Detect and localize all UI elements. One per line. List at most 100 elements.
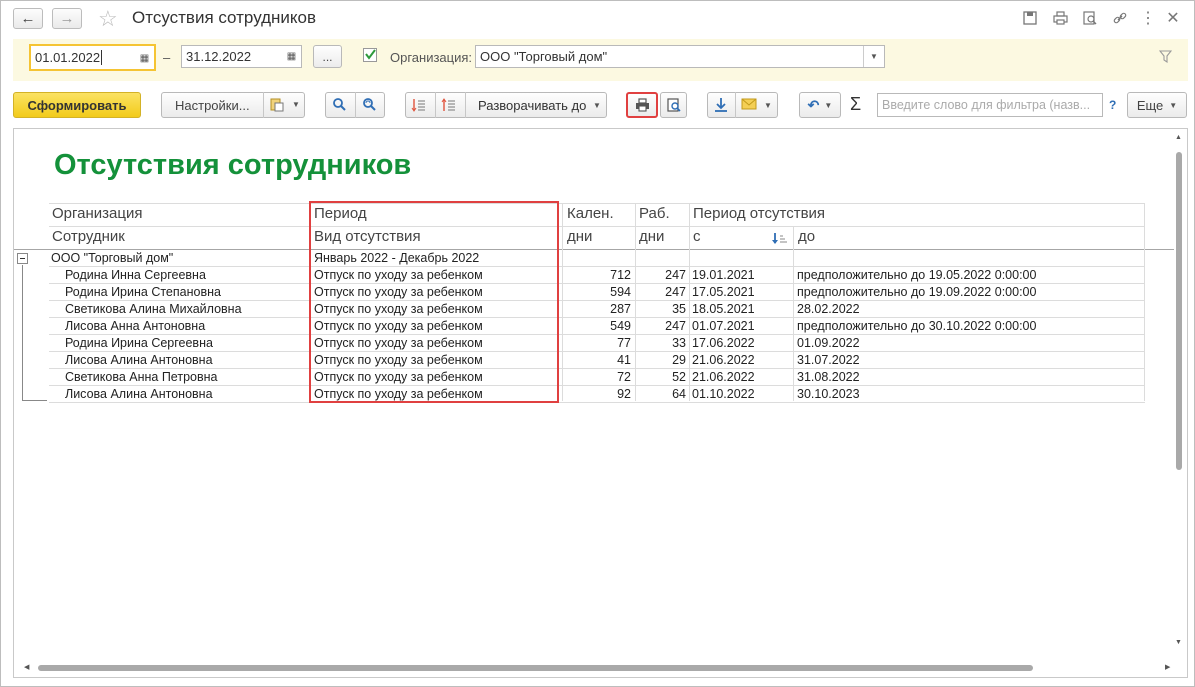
print-icon	[635, 98, 649, 112]
row-cal-days: 712	[610, 268, 631, 282]
calendar-icon[interactable]: ▦	[137, 51, 152, 66]
row-date-to: предположительно до 30.10.2022 0:00:00	[797, 319, 1037, 333]
highlight-box	[309, 201, 559, 403]
save-icon[interactable]	[1021, 9, 1039, 27]
vertical-scrollbar[interactable]: ▲ ▼	[1175, 134, 1183, 654]
row-employee: Родина Инна Сергеевна	[65, 268, 206, 282]
row-cal-days: 92	[617, 387, 631, 401]
header-work-days-1: Раб.	[639, 205, 670, 222]
date-separator: –	[163, 50, 171, 65]
variant-icon[interactable]	[269, 97, 285, 116]
row-employee: Лисова Анна Антоновна	[65, 319, 206, 333]
generate-button[interactable]: Сформировать	[13, 92, 141, 118]
chevron-down-icon[interactable]: ▼	[593, 101, 601, 110]
goto-button[interactable]: ↶ ▼	[799, 92, 841, 118]
scroll-down-icon: ▼	[1175, 639, 1182, 646]
header-from: с	[693, 228, 701, 245]
scroll-thumb	[38, 665, 1033, 671]
row-employee: Лисова Алина Антоновна	[65, 353, 213, 367]
row-cal-days: 594	[610, 285, 631, 299]
window-title: Отсуствия сотрудников	[132, 8, 317, 27]
row-work-days: 247	[665, 285, 686, 299]
org-label: Организация:	[390, 50, 473, 65]
back-button[interactable]: ←	[13, 8, 43, 29]
arrow-right-icon: →	[59, 10, 75, 27]
sum-icon[interactable]: Σ	[850, 94, 861, 115]
row-employee: Лисова Алина Антоновна	[65, 387, 213, 401]
header-to: до	[798, 228, 816, 245]
more-vertical-icon[interactable]: ⋮	[1139, 9, 1157, 27]
header-cal-days-1: Кален.	[567, 205, 614, 222]
row-cal-days: 287	[610, 302, 631, 316]
download-icon[interactable]	[713, 97, 729, 116]
more-button[interactable]: Еще ▼	[1127, 92, 1187, 118]
header-cal-days-2: дни	[567, 228, 593, 245]
date-to-value: 31.12.2022	[186, 49, 252, 64]
chevron-down-icon: ▼	[1169, 100, 1178, 110]
horizontal-scrollbar[interactable]: ◀ ▶	[24, 664, 1174, 672]
org-value: ООО "Торговый дом"	[480, 49, 608, 64]
org-checkbox[interactable]	[363, 48, 377, 62]
header-work-days-2: дни	[639, 228, 665, 245]
search-icon[interactable]	[332, 97, 347, 115]
row-work-days: 52	[672, 370, 686, 384]
chevron-down-icon[interactable]: ▼	[863, 46, 884, 67]
filter-icon[interactable]	[1158, 50, 1173, 66]
row-date-from: 17.06.2022	[692, 336, 755, 350]
mail-icon[interactable]	[741, 98, 757, 113]
sort-ascending-icon[interactable]	[772, 232, 788, 248]
row-date-from: 01.10.2022	[692, 387, 755, 401]
scroll-right-icon: ▶	[1165, 664, 1171, 671]
row-date-from: 21.06.2022	[692, 353, 755, 367]
header-org: Организация	[52, 205, 143, 222]
row-date-to: 30.10.2023	[797, 387, 860, 401]
preview-icon[interactable]	[1081, 9, 1099, 27]
row-work-days: 35	[672, 302, 686, 316]
print-preview-button[interactable]	[660, 92, 687, 118]
row-employee: Светикова Алина Михайловна	[65, 302, 242, 316]
collapse-all-icon[interactable]	[411, 97, 427, 116]
date-from-value: 01.01.2022	[35, 50, 101, 65]
row-date-from: 19.01.2021	[692, 268, 755, 282]
row-date-to: 31.08.2022	[797, 370, 860, 384]
row-cal-days: 72	[617, 370, 631, 384]
row-work-days: 33	[672, 336, 686, 350]
row-cal-days: 77	[617, 336, 631, 350]
report-title: Отсутствия сотрудников	[54, 149, 412, 181]
undo-arrow-icon: ↶	[807, 96, 820, 113]
link-icon[interactable]	[1111, 9, 1129, 27]
row-cal-days: 41	[617, 353, 631, 367]
search-input[interactable]: Введите слово для фильтра (назв...	[877, 93, 1103, 117]
row-date-from: 18.05.2021	[692, 302, 755, 316]
help-button[interactable]: ?	[1109, 98, 1116, 112]
row-employee: Светикова Анна Петровна	[65, 370, 218, 384]
scroll-thumb	[1176, 152, 1182, 470]
row-work-days: 247	[665, 268, 686, 282]
favorite-star-icon[interactable]: ☆	[98, 6, 118, 32]
more-label: Еще	[1136, 97, 1164, 113]
header-absence-period: Период отсутствия	[693, 205, 826, 222]
expand-all-icon[interactable]	[441, 97, 457, 116]
chevron-down-icon[interactable]: ▼	[764, 101, 772, 110]
calendar-icon[interactable]: ▦	[284, 49, 299, 64]
org-select[interactable]: ООО "Торговый дом" ▼	[475, 45, 885, 68]
row-employee: Родина Ирина Степановна	[65, 285, 221, 299]
search-refresh-icon[interactable]	[362, 97, 377, 115]
period-select-button[interactable]: ...	[313, 45, 342, 68]
date-from-field[interactable]: 01.01.2022 ▦	[29, 44, 156, 71]
scroll-up-icon: ▲	[1175, 134, 1182, 141]
row-date-from: 17.05.2021	[692, 285, 755, 299]
print-button[interactable]	[626, 92, 658, 118]
row-date-to: предположительно до 19.09.2022 0:00:00	[797, 285, 1037, 299]
collapse-group-icon[interactable]	[17, 253, 28, 264]
search-placeholder: Введите слово для фильтра (назв...	[882, 98, 1091, 112]
chevron-down-icon[interactable]: ▼	[292, 100, 300, 109]
close-icon[interactable]: ✕	[1164, 9, 1182, 27]
date-to-field[interactable]: 31.12.2022 ▦	[181, 45, 302, 68]
chevron-down-icon: ▼	[824, 100, 833, 110]
row-work-days: 64	[672, 387, 686, 401]
forward-button[interactable]: →	[52, 8, 82, 29]
row-date-to: 31.07.2022	[797, 353, 860, 367]
expand-to-button[interactable]: Разворачивать до	[478, 98, 586, 113]
print-icon[interactable]	[1051, 9, 1069, 27]
